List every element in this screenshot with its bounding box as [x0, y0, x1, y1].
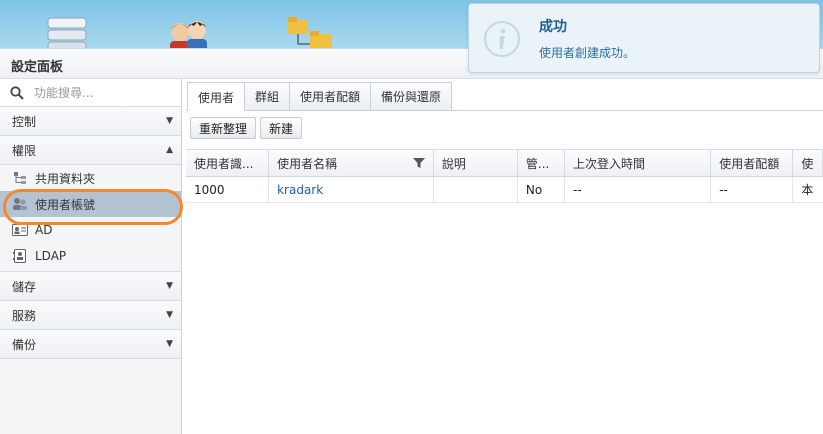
cell-admin: No [518, 177, 566, 202]
cell-quota: -- [711, 177, 794, 202]
sidebar-category-services[interactable]: 服務 ▼ [0, 301, 181, 330]
main-content: 使用者 群組 使用者配額 備份與還原 重新整理 新建 使用者識... 使用者名稱… [186, 79, 823, 434]
user-accounts-icon [12, 197, 28, 211]
sidebar: 控制 ▼ 權限 ▲ 共用資料夾 使用者帳號 [0, 79, 182, 434]
control-panel-window: 設定面板 控制 ▼ 權限 ▲ 共用資料夾 [0, 48, 823, 434]
chevron-down-icon: ▼ [166, 281, 173, 291]
server-icon[interactable] [44, 14, 90, 48]
column-header-description[interactable]: 說明 [434, 150, 518, 176]
column-header-label: 使用者名稱 [277, 156, 338, 171]
sidebar-item-label: 共用資料夾 [35, 171, 96, 186]
sidebar-category-backup[interactable]: 備份 ▼ [0, 330, 181, 359]
tab-groups[interactable]: 群組 [244, 82, 291, 110]
sidebar-item-shared-folders[interactable]: 共用資料夾 [0, 165, 181, 191]
category-label: 控制 [12, 114, 37, 129]
category-label: 服務 [12, 308, 37, 323]
tab-backup-restore[interactable]: 備份與還原 [370, 82, 453, 110]
user-table: 使用者識... 使用者名稱 說明 管... 上次登入時間 使用者配額 使 100… [186, 149, 823, 203]
column-header-uid[interactable]: 使用者識... [186, 150, 270, 176]
filter-icon[interactable] [412, 157, 425, 169]
cell-username[interactable]: kradark [269, 177, 434, 202]
category-label: 權限 [12, 143, 37, 158]
sidebar-item-ldap[interactable]: LDAP [0, 243, 181, 269]
search-input[interactable] [34, 85, 174, 100]
column-header-admin[interactable]: 管... [518, 150, 565, 176]
chevron-up-icon: ▲ [166, 145, 173, 155]
category-label: 儲存 [12, 279, 37, 294]
chevron-down-icon: ▼ [166, 116, 173, 126]
tab-user-quota[interactable]: 使用者配額 [289, 82, 372, 110]
sidebar-item-user-accounts[interactable]: 使用者帳號 [0, 191, 181, 217]
create-button[interactable]: 新建 [260, 117, 303, 139]
column-header-last-login[interactable]: 上次登入時間 [565, 150, 712, 176]
refresh-button[interactable]: 重新整理 [190, 117, 257, 139]
column-header-quota[interactable]: 使用者配額 [711, 150, 794, 176]
sidebar-item-ad[interactable]: AD [0, 217, 181, 243]
cell-more: 本 [801, 183, 814, 197]
search-icon [10, 85, 24, 100]
folder-icon[interactable] [286, 14, 336, 48]
users-icon[interactable] [164, 14, 214, 48]
tab-users[interactable]: 使用者 [187, 82, 246, 111]
sidebar-item-label: LDAP [35, 249, 67, 263]
sidebar-category-privileges[interactable]: 權限 ▲ [0, 136, 181, 165]
sidebar-category-storage[interactable]: 儲存 ▼ [0, 272, 181, 301]
toolbar: 重新整理 新建 [186, 111, 823, 145]
cell-description [434, 177, 518, 202]
chevron-down-icon: ▼ [166, 310, 173, 320]
privileges-items: 共用資料夾 使用者帳號 AD LDAP [0, 165, 181, 272]
ldap-icon [12, 249, 28, 263]
cell-last-login: -- [565, 177, 712, 202]
shared-folder-icon [12, 171, 28, 185]
sidebar-item-label: 使用者帳號 [35, 197, 96, 212]
category-label: 備份 [12, 337, 37, 352]
sidebar-item-label: AD [35, 223, 53, 237]
tab-bar: 使用者 群組 使用者配額 備份與還原 [186, 79, 823, 111]
search-box [0, 79, 181, 107]
chevron-down-icon: ▼ [166, 339, 173, 349]
ad-icon [12, 223, 28, 237]
toast-title: 成功 [539, 19, 567, 35]
sidebar-category-control[interactable]: 控制 ▼ [0, 107, 181, 136]
column-header-more[interactable]: 使 [793, 150, 823, 176]
column-header-username[interactable]: 使用者名稱 [269, 150, 434, 176]
success-toast[interactable]: 成功 使用者創建成功。 [468, 3, 820, 73]
toast-message: 使用者創建成功。 [539, 46, 636, 60]
table-row[interactable]: 1000 kradark No -- -- 本 [186, 177, 823, 203]
table-header: 使用者識... 使用者名稱 說明 管... 上次登入時間 使用者配額 使 [186, 149, 823, 177]
cell-uid: 1000 [186, 177, 270, 202]
info-icon [484, 21, 520, 57]
